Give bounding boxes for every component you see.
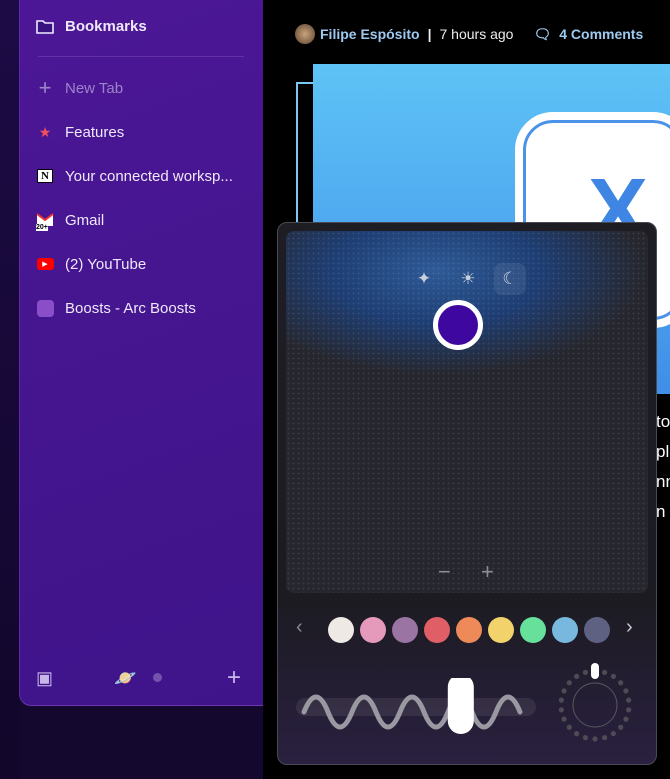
hue-dial-handle[interactable] (591, 663, 599, 679)
sidebar-item-notion[interactable]: N Your connected worksp... (36, 164, 233, 188)
comments-icon: 🗨 (533, 25, 552, 42)
dial-tick (601, 735, 608, 741)
theme-picker-popup: ✦ ☀ ☾ − + ‹ › (277, 222, 657, 765)
dial-tick (558, 697, 564, 703)
sidebar-item-youtube[interactable]: ▶ (2) YouTube (36, 252, 146, 276)
color-swatch[interactable] (584, 617, 610, 643)
dark-moon-icon[interactable]: ☾ (494, 263, 526, 295)
color-picker-handle[interactable] (433, 300, 483, 350)
dial-tick (558, 707, 564, 713)
sidebar-item-gmail[interactable]: 20+ Gmail (36, 208, 104, 232)
light-sun-icon[interactable]: ☀ (452, 263, 484, 295)
hue-dial[interactable] (557, 663, 637, 743)
sidebar: Bookmarks + New Tab ★ Features N Your co… (19, 0, 263, 706)
dial-tick (618, 680, 624, 686)
add-icon[interactable]: + (227, 664, 241, 692)
space-planet-icon[interactable]: 🪐 (114, 668, 136, 689)
text-fragment: nn (656, 472, 670, 491)
boosts-icon (36, 299, 54, 317)
dial-tick (601, 669, 608, 675)
dial-tick (574, 731, 580, 737)
dial-tick (623, 688, 629, 694)
author-avatar (295, 24, 315, 44)
dial-tick (582, 669, 589, 675)
space-dot-icon[interactable] (153, 673, 162, 682)
auto-sparkle-icon[interactable]: ✦ (408, 263, 440, 295)
dial-tick (623, 716, 629, 722)
dial-tick (574, 673, 580, 679)
text-fragment: to (656, 412, 670, 431)
author-link[interactable]: Filipe Espósito (320, 26, 420, 42)
color-swatch[interactable] (392, 617, 418, 643)
plus-icon: + (38, 75, 52, 100)
text-fragment: ple (656, 442, 670, 461)
text-fragment: n (656, 502, 666, 521)
dial-tick (566, 724, 572, 730)
gradient-canvas[interactable]: ✦ ☀ ☾ − + (286, 231, 648, 593)
chevron-left-icon[interactable]: ‹ (296, 616, 303, 639)
dial-tick (566, 680, 572, 686)
tab-label: Features (65, 123, 125, 141)
tab-label: (2) YouTube (65, 255, 147, 273)
noise-slider-thumb[interactable] (447, 678, 474, 734)
zoom-in-button[interactable]: + (481, 559, 494, 585)
sidebar-item-boosts[interactable]: Boosts - Arc Boosts (36, 296, 196, 320)
dial-tick (561, 716, 567, 722)
dial-tick (618, 724, 624, 730)
dial-tick (626, 707, 632, 713)
color-swatches (328, 617, 610, 643)
zoom-out-button[interactable]: − (438, 559, 451, 585)
article-meta: Filipe Espósito | 7 hours ago 🗨 4 Commen… (295, 24, 643, 44)
notion-icon: N (36, 167, 54, 185)
color-swatch[interactable] (552, 617, 578, 643)
archive-icon[interactable]: ▣ (36, 668, 53, 689)
new-tab-button[interactable]: + New Tab (36, 75, 124, 100)
desktop-background (0, 0, 20, 779)
color-swatch[interactable] (328, 617, 354, 643)
bookmarks-label: Bookmarks (65, 17, 147, 35)
bookmarks-folder[interactable]: Bookmarks (36, 14, 147, 38)
sidebar-divider (38, 56, 244, 57)
color-swatch[interactable] (488, 617, 514, 643)
star-icon: ★ (38, 123, 52, 140)
dial-tick (626, 697, 632, 703)
tab-label: Your connected worksp... (65, 167, 233, 185)
folder-icon (36, 17, 54, 35)
chevron-right-icon[interactable]: › (626, 616, 633, 639)
new-tab-label: New Tab (65, 79, 124, 97)
color-swatch[interactable] (456, 617, 482, 643)
gmail-icon: 20+ (36, 211, 54, 231)
tab-label: Boosts - Arc Boosts (65, 299, 196, 317)
dial-tick (592, 736, 598, 742)
tab-label: Gmail (65, 211, 105, 229)
color-swatch[interactable] (360, 617, 386, 643)
youtube-icon: ▶ (36, 255, 54, 273)
dial-tick (610, 673, 616, 679)
color-swatch[interactable] (424, 617, 450, 643)
comments-link[interactable]: 4 Comments (559, 26, 643, 42)
dial-tick (561, 688, 567, 694)
noise-slider[interactable] (296, 678, 536, 738)
gmail-badge: 20+ (36, 224, 48, 231)
dial-tick (582, 735, 589, 741)
separator: | (427, 26, 432, 42)
dial-tick (610, 731, 616, 737)
sidebar-item-features[interactable]: ★ Features (36, 120, 124, 144)
color-swatch[interactable] (520, 617, 546, 643)
post-time: 7 hours ago (439, 26, 514, 42)
